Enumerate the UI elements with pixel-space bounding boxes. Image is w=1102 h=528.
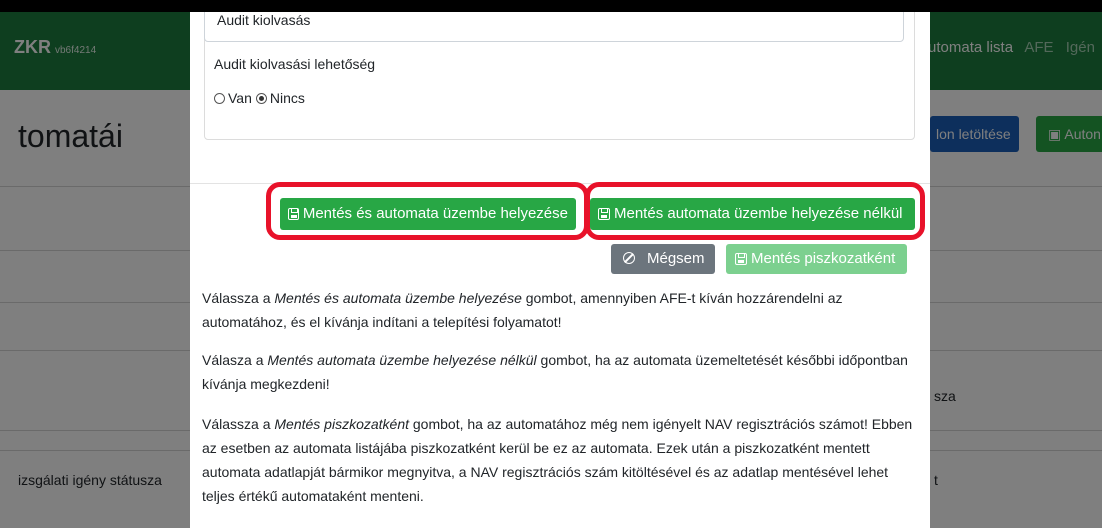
info-emphasis: Mentés és automata üzembe helyezése — [274, 290, 522, 306]
cancel-label: Mégsem — [647, 250, 705, 267]
audit-field-value: Audit kiolvasás — [217, 12, 311, 28]
info-text: Válassza a — [202, 290, 275, 306]
save-modal: Audit kiolvasás Audit kiolvasási lehetős… — [190, 12, 930, 528]
save-and-deploy-label: Mentés és automata üzembe helyezése — [302, 205, 568, 222]
screenshot-frame: ZKRvb6f4214 utomata lista AFE Igén tomat… — [0, 0, 1102, 528]
info-paragraph-3: Válassza a Mentés piszkozatként gombot, … — [202, 412, 916, 508]
info-emphasis: Mentés automata üzembe helyezése nélkül — [267, 352, 537, 368]
info-paragraph-1: Válassza a Mentés és automata üzembe hel… — [202, 286, 916, 334]
info-text: Válassza a — [202, 416, 275, 432]
info-emphasis: Mentés piszkozatként — [274, 416, 409, 432]
radio-nincs-label: Nincs — [269, 90, 305, 106]
audit-field[interactable]: Audit kiolvasás — [204, 12, 904, 42]
save-without-deploy-button[interactable]: Mentés automata üzembe helyezése nélkül — [590, 198, 915, 230]
save-icon — [288, 208, 299, 220]
radio-nincs[interactable] — [255, 92, 267, 104]
save-without-deploy-label: Mentés automata üzembe helyezése nélkül — [614, 205, 903, 222]
audit-option-label: Audit kiolvasási lehetőség — [214, 56, 376, 72]
radio-van[interactable] — [214, 92, 225, 104]
save-icon — [598, 208, 610, 220]
save-and-deploy-button[interactable]: Mentés és automata üzembe helyezése — [280, 198, 576, 230]
save-draft-label: Mentés piszkozatként — [751, 250, 896, 267]
info-text: Válasza a — [202, 352, 268, 368]
save-draft-button[interactable]: Mentés piszkozatként — [726, 244, 907, 274]
radio-van-label: Van — [228, 90, 252, 106]
app-screen: ZKRvb6f4214 utomata lista AFE Igén tomat… — [0, 12, 1102, 528]
ban-icon — [623, 252, 635, 264]
save-icon — [735, 253, 747, 265]
info-paragraph-2: Válasza a Mentés automata üzembe helyezé… — [202, 348, 916, 396]
audit-radio-group: Van Nincs — [214, 90, 309, 106]
cancel-button[interactable]: Mégsem — [611, 244, 715, 274]
